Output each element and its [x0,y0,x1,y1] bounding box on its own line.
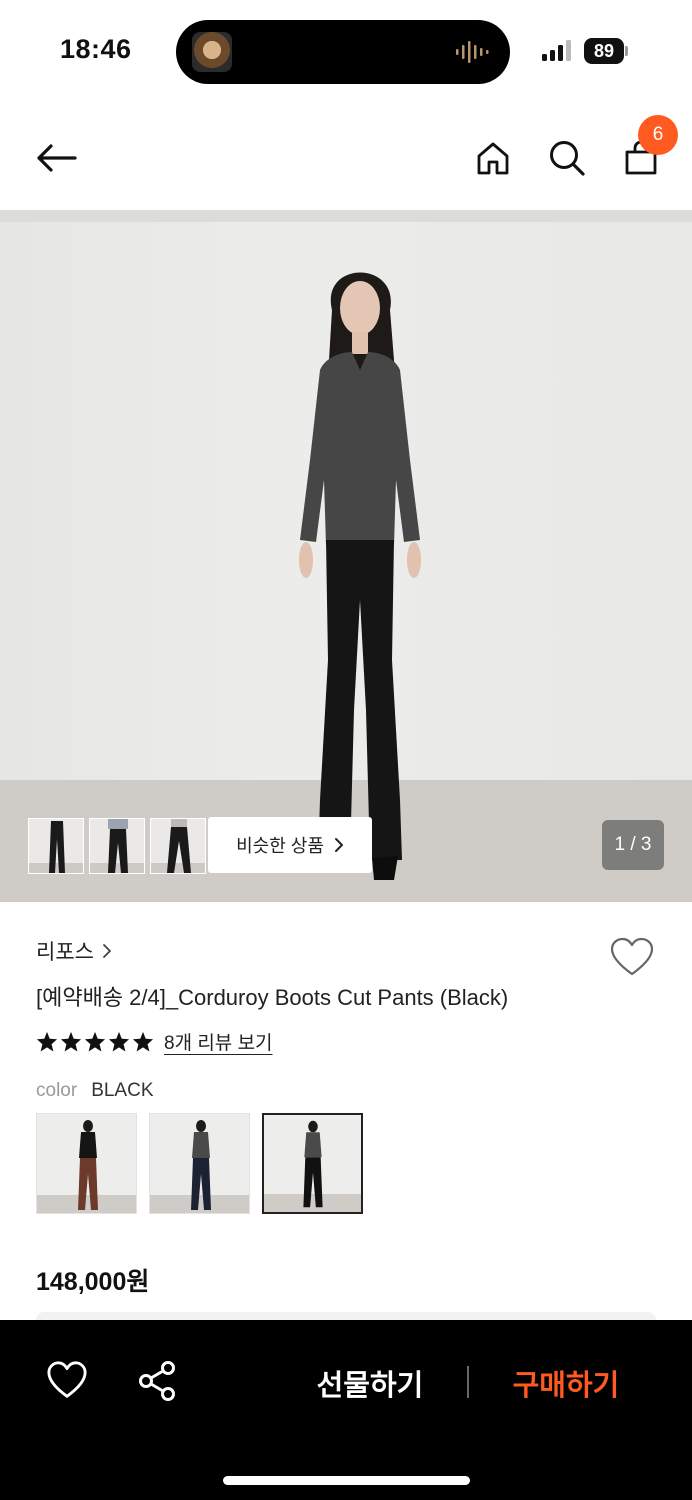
star-icon [132,1031,154,1052]
color-swatches [36,1113,363,1214]
rating-row: 8개 리뷰 보기 [36,1028,273,1055]
model-figure [299,272,421,880]
image-page-counter: 1 / 3 [602,820,664,870]
home-button[interactable] [471,136,515,180]
search-icon [550,141,585,176]
gift-button[interactable]: 선물하기 [290,1362,450,1404]
home-indicator[interactable] [223,1476,470,1485]
product-image[interactable] [0,210,692,902]
battery-level: 89 [584,38,624,64]
reviews-link[interactable]: 8개 리뷰 보기 [164,1028,273,1055]
color-label: color [36,1080,78,1101]
arrow-left-icon [37,144,77,172]
dynamic-island [176,20,510,84]
cart-count-badge: 6 [638,115,678,155]
brand-name: 리포스 [36,941,94,964]
status-bar: 18:46 89 [0,0,692,100]
home-icon [477,142,509,175]
color-swatch-black[interactable] [262,1113,363,1214]
chevron-right-icon [334,838,343,852]
color-swatch-brown[interactable] [36,1113,137,1214]
color-value: BLACK [91,1080,154,1101]
similar-products-label: 비슷한 상품 [236,836,324,856]
similar-products-button[interactable]: 비슷한 상품 [208,817,372,873]
color-row: color BLACK [36,1080,154,1102]
star-icon [36,1031,58,1052]
star-icon [60,1031,82,1052]
thumbnail-strip [28,818,206,874]
back-button[interactable] [34,136,78,180]
thumbnail-image[interactable] [89,818,145,874]
chevron-right-icon [103,944,111,958]
app-header [0,110,692,206]
buy-button[interactable]: 구매하기 [490,1362,642,1404]
share-icon[interactable] [136,1360,178,1402]
battery-icon: 89 [584,38,628,64]
cellular-signal-icon [542,40,571,61]
divider [467,1366,469,1398]
brand-link[interactable]: 리포스 [36,936,112,966]
bottom-action-bar: 선물하기 구매하기 [0,1320,692,1500]
wishlist-heart-icon[interactable] [610,936,654,980]
rating-stars [36,1031,154,1052]
audio-wave-icon [456,41,489,63]
thumbnail-image[interactable] [28,818,84,874]
star-icon [108,1031,130,1052]
status-time: 18:46 [60,34,132,64]
star-icon [84,1031,106,1052]
like-heart-icon[interactable] [46,1360,88,1402]
color-swatch-navy[interactable] [149,1113,250,1214]
product-title: [예약배송 2/4]_Corduroy Boots Cut Pants (Bla… [36,985,509,1010]
thumbnail-image[interactable] [150,818,206,874]
product-price: 148,000원 [36,1268,150,1296]
now-playing-artwork [192,32,232,72]
search-button[interactable] [545,136,589,180]
